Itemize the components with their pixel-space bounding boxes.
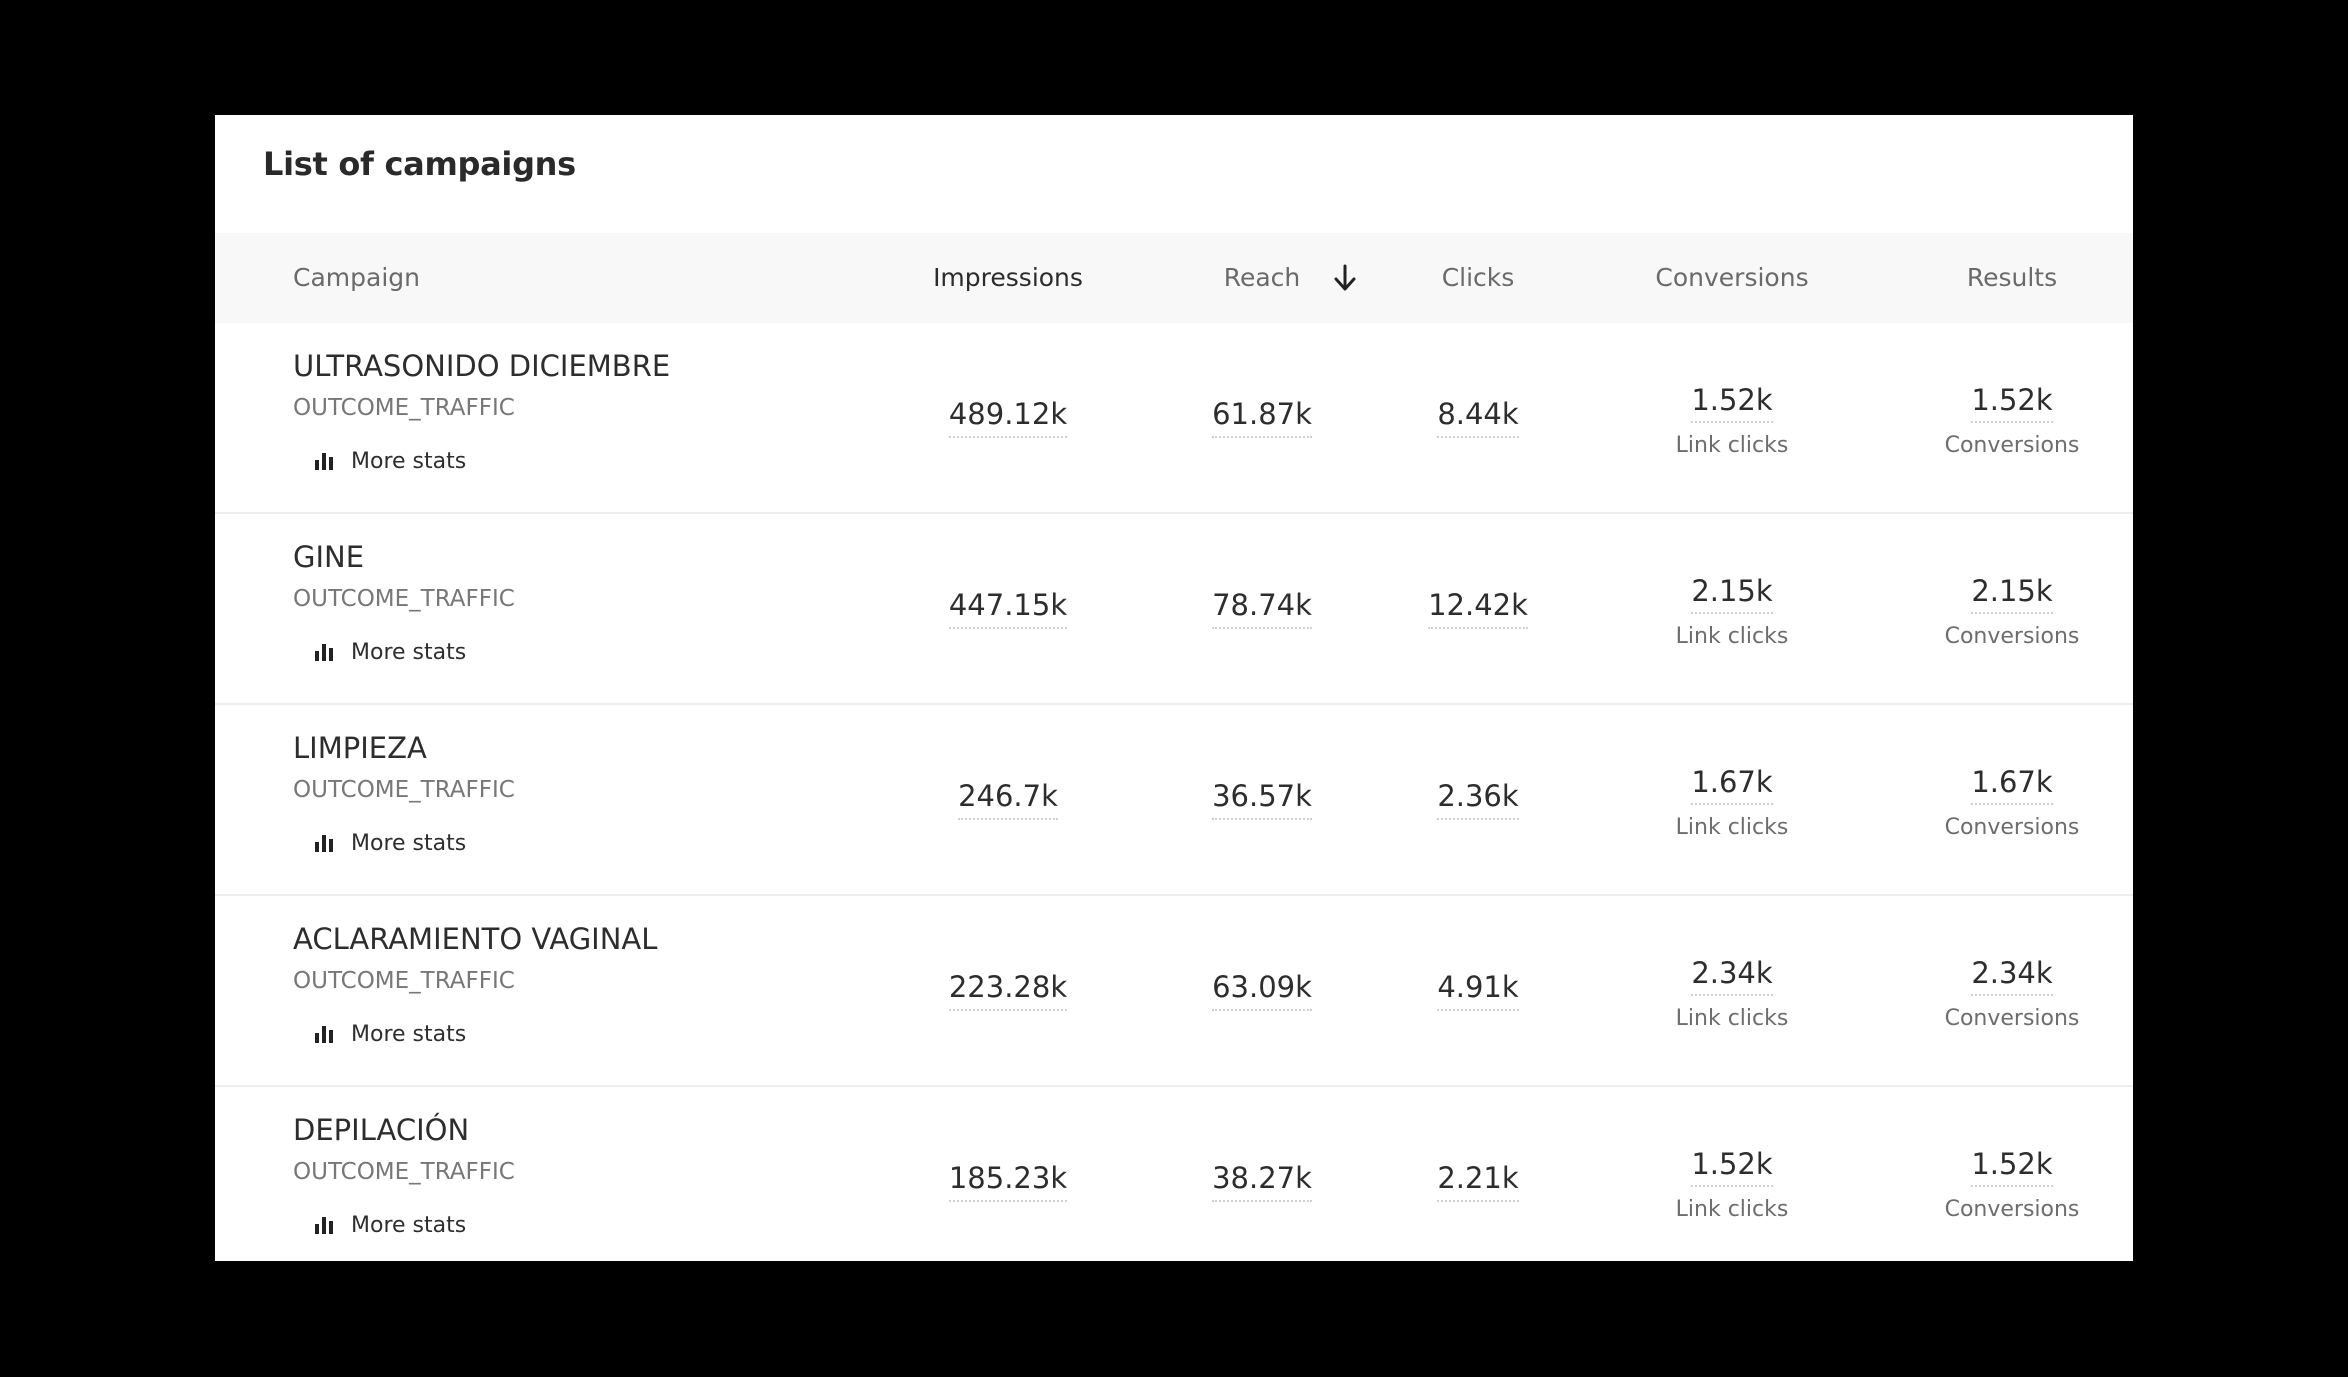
conversions-value[interactable]: 1.52k	[1691, 383, 1773, 423]
campaign-name: ACLARAMIENTO VAGINAL	[293, 922, 658, 956]
conversions-cell: 2.34k Link clicks	[1602, 956, 1862, 1031]
results-value[interactable]: 1.52k	[1971, 383, 2053, 423]
campaign-objective: OUTCOME_TRAFFIC	[293, 968, 515, 994]
bar-chart-icon	[315, 1217, 333, 1234]
results-type-label: Conversions	[1944, 1006, 2080, 1031]
campaign-objective: OUTCOME_TRAFFIC	[293, 586, 515, 612]
clicks-value[interactable]: 12.42k	[1428, 588, 1528, 629]
campaign-objective: OUTCOME_TRAFFIC	[293, 1159, 515, 1185]
conversions-type-label: Link clicks	[1675, 1197, 1789, 1222]
impressions-value[interactable]: 223.28k	[948, 970, 1068, 1011]
campaign-name: DEPILACIÓN	[293, 1113, 470, 1147]
more-stats-label: More stats	[351, 830, 467, 856]
conversions-type-label: Link clicks	[1675, 433, 1789, 458]
table-row: ACLARAMIENTO VAGINAL OUTCOME_TRAFFIC Mor…	[215, 896, 2133, 1087]
clicks-value[interactable]: 8.44k	[1437, 397, 1519, 438]
table-row: ULTRASONIDO DICIEMBRE OUTCOME_TRAFFIC Mo…	[215, 323, 2133, 514]
results-type-label: Conversions	[1944, 815, 2080, 840]
clicks-value[interactable]: 4.91k	[1437, 970, 1519, 1011]
impressions-cell: 246.7k	[878, 779, 1138, 820]
impressions-cell: 185.23k	[878, 1161, 1138, 1202]
table-row: LIMPIEZA OUTCOME_TRAFFIC More stats 246.…	[215, 705, 2133, 896]
conversions-type-label: Link clicks	[1675, 815, 1789, 840]
more-stats-button[interactable]: More stats	[313, 828, 466, 858]
results-value[interactable]: 1.52k	[1971, 1147, 2053, 1187]
column-header-results[interactable]: Results	[1882, 233, 2133, 323]
impressions-value[interactable]: 447.15k	[948, 588, 1068, 629]
results-cell: 1.67k Conversions	[1882, 765, 2133, 840]
more-stats-label: More stats	[351, 448, 467, 474]
clicks-cell: 4.91k	[1348, 970, 1608, 1011]
campaign-name: GINE	[293, 540, 365, 574]
bar-chart-icon	[315, 453, 333, 470]
column-header-clicks[interactable]: Clicks	[1348, 233, 1608, 323]
more-stats-button[interactable]: More stats	[313, 637, 466, 667]
more-stats-button[interactable]: More stats	[313, 446, 466, 476]
results-cell: 2.15k Conversions	[1882, 574, 2133, 649]
more-stats-label: More stats	[351, 639, 467, 665]
campaigns-card: List of campaigns Campaign Impressions R…	[215, 115, 2133, 1261]
conversions-cell: 2.15k Link clicks	[1602, 574, 1862, 649]
clicks-cell: 12.42k	[1348, 588, 1608, 629]
column-header-impressions[interactable]: Impressions	[878, 233, 1138, 323]
bar-chart-icon	[315, 644, 333, 661]
clicks-value[interactable]: 2.36k	[1437, 779, 1519, 820]
results-cell: 1.52k Conversions	[1882, 383, 2133, 458]
results-type-label: Conversions	[1944, 1197, 2080, 1222]
reach-value[interactable]: 63.09k	[1212, 970, 1312, 1011]
campaign-name: ULTRASONIDO DICIEMBRE	[293, 349, 671, 383]
reach-value[interactable]: 38.27k	[1212, 1161, 1312, 1202]
campaign-objective: OUTCOME_TRAFFIC	[293, 777, 515, 803]
clicks-cell: 8.44k	[1348, 397, 1608, 438]
table-header: Campaign Impressions Reach Clicks Conver…	[215, 233, 2133, 323]
campaign-name: LIMPIEZA	[293, 731, 427, 765]
results-type-label: Conversions	[1944, 433, 2080, 458]
campaign-objective: OUTCOME_TRAFFIC	[293, 395, 515, 421]
results-value[interactable]: 2.34k	[1971, 956, 2053, 996]
more-stats-label: More stats	[351, 1212, 467, 1238]
impressions-cell: 447.15k	[878, 588, 1138, 629]
reach-value[interactable]: 61.87k	[1212, 397, 1312, 438]
bar-chart-icon	[315, 835, 333, 852]
conversions-value[interactable]: 1.67k	[1691, 765, 1773, 805]
conversions-value[interactable]: 2.15k	[1691, 574, 1773, 614]
impressions-value[interactable]: 489.12k	[948, 397, 1068, 438]
conversions-cell: 1.52k Link clicks	[1602, 383, 1862, 458]
impressions-cell: 489.12k	[878, 397, 1138, 438]
table-row: DEPILACIÓN OUTCOME_TRAFFIC More stats 18…	[215, 1087, 2133, 1261]
conversions-cell: 1.52k Link clicks	[1602, 1147, 1862, 1222]
more-stats-button[interactable]: More stats	[313, 1210, 466, 1240]
column-header-campaign[interactable]: Campaign	[293, 233, 420, 323]
results-cell: 2.34k Conversions	[1882, 956, 2133, 1031]
column-header-conversions[interactable]: Conversions	[1602, 233, 1862, 323]
results-value[interactable]: 2.15k	[1971, 574, 2053, 614]
conversions-value[interactable]: 2.34k	[1691, 956, 1773, 996]
more-stats-label: More stats	[351, 1021, 467, 1047]
clicks-value[interactable]: 2.21k	[1437, 1161, 1519, 1202]
reach-value[interactable]: 36.57k	[1212, 779, 1312, 820]
reach-value[interactable]: 78.74k	[1212, 588, 1312, 629]
results-value[interactable]: 1.67k	[1971, 765, 2053, 805]
conversions-type-label: Link clicks	[1675, 1006, 1789, 1031]
conversions-type-label: Link clicks	[1675, 624, 1789, 649]
table-row: GINE OUTCOME_TRAFFIC More stats 447.15k …	[215, 514, 2133, 705]
page-title: List of campaigns	[263, 145, 576, 183]
impressions-value[interactable]: 246.7k	[958, 779, 1058, 820]
impressions-cell: 223.28k	[878, 970, 1138, 1011]
conversions-cell: 1.67k Link clicks	[1602, 765, 1862, 840]
results-type-label: Conversions	[1944, 624, 2080, 649]
conversions-value[interactable]: 1.52k	[1691, 1147, 1773, 1187]
results-cell: 1.52k Conversions	[1882, 1147, 2133, 1222]
more-stats-button[interactable]: More stats	[313, 1019, 466, 1049]
clicks-cell: 2.21k	[1348, 1161, 1608, 1202]
impressions-value[interactable]: 185.23k	[948, 1161, 1068, 1202]
bar-chart-icon	[315, 1026, 333, 1043]
clicks-cell: 2.36k	[1348, 779, 1608, 820]
